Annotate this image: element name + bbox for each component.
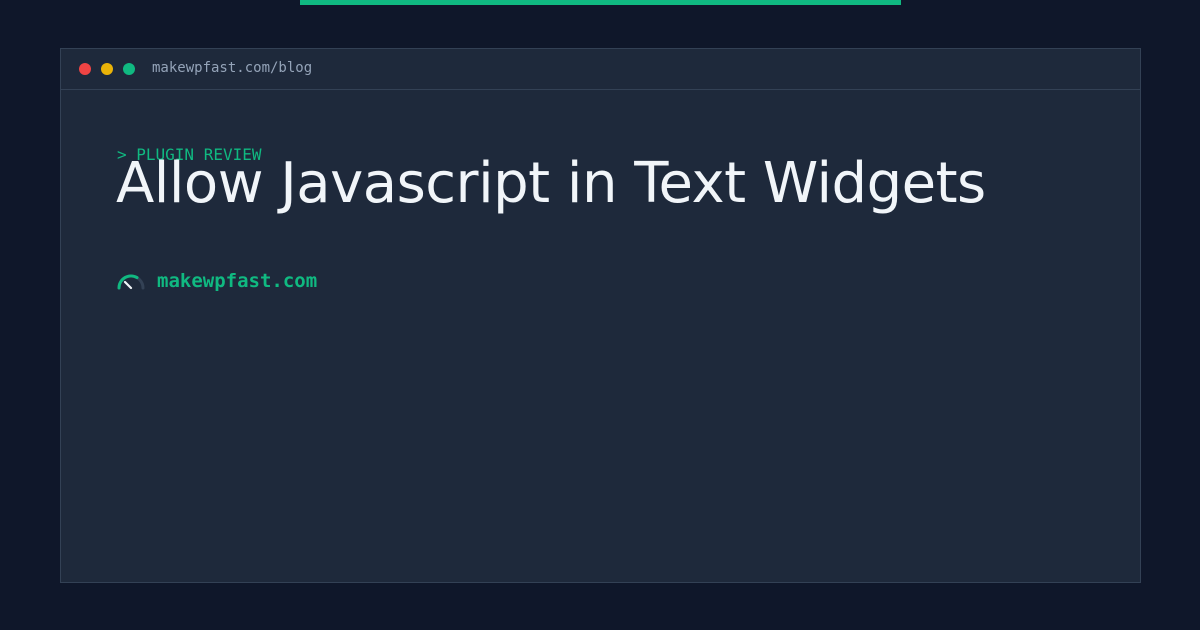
og-card: makewpfast.com/blog > PLUGIN REVIEW Allo… [0,0,1200,630]
browser-window: makewpfast.com/blog > PLUGIN REVIEW Allo… [60,48,1141,583]
top-accent-bar [300,0,901,5]
minimize-dot-icon [101,63,113,75]
close-dot-icon [79,63,91,75]
maximize-dot-icon [123,63,135,75]
brand-name: makewpfast.com [157,270,318,292]
window-titlebar: makewpfast.com/blog [61,49,1140,90]
speedometer-icon [117,274,145,290]
window-url: makewpfast.com/blog [152,60,313,76]
post-title: Allow Javascript in Text Widgets [116,151,986,216]
